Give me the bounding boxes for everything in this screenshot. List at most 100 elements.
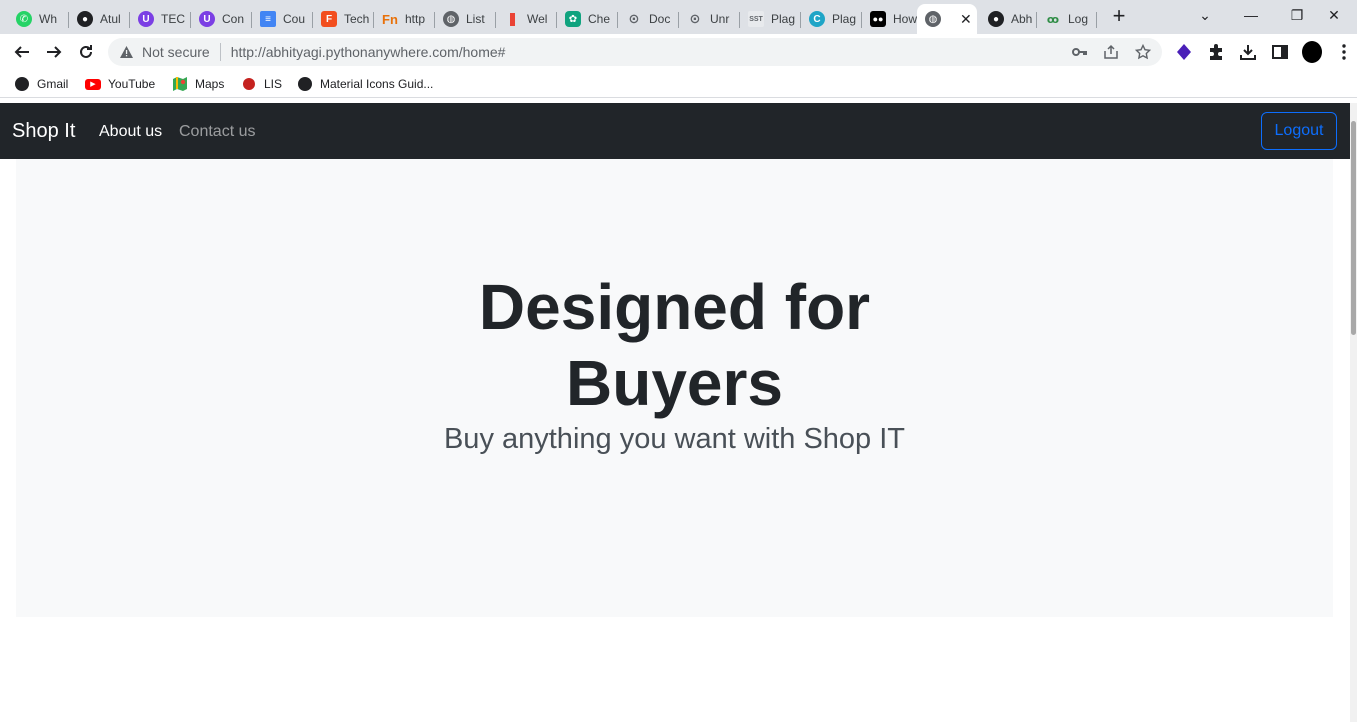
bookmark-maps[interactable]: Maps [172, 75, 224, 93]
reload-button[interactable] [72, 38, 100, 66]
search-icon: ⊙ [628, 11, 640, 26]
tab-label: Che [588, 12, 611, 26]
u-icon: U [138, 11, 154, 27]
tab-label: TEC [161, 12, 185, 26]
tab-plag-c[interactable]: C Plag [801, 4, 862, 34]
medium-icon: ●● [870, 11, 886, 27]
tab-medium[interactable]: ●● How [862, 4, 917, 34]
tab-label: List [466, 12, 485, 26]
address-bar[interactable]: Not secure http://abhityagi.pythonanywhe… [108, 38, 1162, 66]
tab-label: Wh [39, 12, 57, 26]
nav-link-about-us[interactable]: About us [99, 123, 162, 141]
tab-doc[interactable]: ⊙ Doc [618, 4, 679, 34]
tab-label: Log [1068, 12, 1089, 26]
fn-icon: Fn [382, 11, 398, 27]
figma-icon: F [321, 11, 337, 27]
extensions-puzzle-icon[interactable] [1206, 42, 1226, 62]
tab-label: Plag [771, 12, 796, 26]
tab-figma[interactable]: F Tech [313, 4, 374, 34]
forward-arrow-icon [47, 46, 62, 58]
tab-wel[interactable]: Wel [496, 4, 557, 34]
tab-label: Atul [100, 12, 121, 26]
bookmark-lis[interactable]: LIS [241, 75, 282, 93]
tab-tec[interactable]: U TEC [130, 4, 191, 34]
tab-label: Tech [344, 12, 370, 26]
tab-github-abh[interactable]: ● Abh [980, 4, 1037, 34]
sst-icon: SST [748, 11, 764, 27]
tab-label: http [405, 12, 426, 26]
tab-unr[interactable]: ⊙ Unr [679, 4, 740, 34]
bookmark-youtube[interactable]: ▶ YouTube [85, 75, 155, 93]
menu-dots-icon[interactable] [1334, 42, 1354, 62]
tab-label: Abh [1011, 12, 1033, 26]
profile-avatar[interactable] [1302, 41, 1322, 63]
nav-link-contact-us[interactable]: Contact us [179, 123, 255, 141]
lis-icon [241, 76, 257, 92]
site-navbar: Shop It About us Contact us Logout [0, 103, 1350, 159]
globe-icon: ◍ [925, 11, 941, 27]
globe-icon [297, 76, 313, 92]
tab-label: Plag [832, 12, 857, 26]
github-icon: ● [988, 11, 1004, 27]
globe-icon [14, 76, 30, 92]
tab-label: How [893, 12, 917, 26]
globe-icon: ◍ [443, 11, 459, 27]
page-scrollbar[interactable] [1350, 103, 1357, 722]
openai-icon: ✿ [565, 11, 581, 27]
bookmark-label: LIS [264, 77, 283, 91]
tab-whatsapp[interactable]: ✆ Wh [8, 4, 69, 34]
extension-purple-icon[interactable] [1174, 42, 1194, 62]
u-icon: U [199, 11, 215, 27]
bookmark-label: Material Icons Guid... [320, 77, 434, 91]
url-text[interactable]: http://abhityagi.pythonanywhere.com/home… [231, 44, 506, 60]
hero-title-line-1: Designed for [478, 271, 871, 343]
whatsapp-icon: ✆ [16, 11, 32, 27]
google-docs-icon: ≡ [260, 11, 276, 27]
close-tab-icon[interactable]: ✕ [960, 11, 972, 28]
tab-label: Unr [710, 12, 730, 26]
tab-gfg[interactable]: ꝏ Log [1037, 4, 1097, 34]
hero-subtitle: Buy anything you want with Shop IT [443, 423, 906, 455]
bookmark-red-icon [504, 11, 520, 27]
tab-search-icon[interactable]: ⌄ [1182, 0, 1228, 30]
tab-google-docs[interactable]: ≡ Cou [252, 4, 313, 34]
side-panel-icon[interactable] [1270, 42, 1290, 62]
back-button[interactable] [8, 38, 36, 66]
hero-title-line-2: Buyers [566, 347, 783, 419]
maps-icon [172, 76, 188, 92]
scrollbar-thumb[interactable] [1351, 121, 1356, 335]
reload-icon [80, 45, 92, 58]
bookmark-material-icons[interactable]: Material Icons Guid... [297, 75, 433, 93]
download-icon[interactable] [1238, 42, 1258, 62]
tab-plag-sst[interactable]: SST Plag [740, 4, 801, 34]
forward-button[interactable] [40, 38, 68, 66]
bookmark-star-icon[interactable] [1135, 44, 1151, 60]
warning-icon[interactable] [118, 44, 134, 60]
page-viewport: Shop It About us Contact us Logout Desig… [0, 103, 1350, 722]
c-icon: C [809, 11, 825, 27]
share-icon[interactable] [1103, 44, 1119, 60]
back-arrow-icon [14, 46, 29, 58]
logout-button[interactable]: Logout [1261, 112, 1337, 150]
browser-toolbar: Not secure http://abhityagi.pythonanywhe… [0, 34, 1357, 70]
tab-label: Con [222, 12, 245, 26]
tab-github-atul[interactable]: ● Atul [69, 4, 130, 34]
gfg-icon: ꝏ [1046, 13, 1060, 26]
minimize-button[interactable]: — [1228, 0, 1274, 30]
tab-label: Cou [283, 12, 306, 26]
tab-list[interactable]: ◍ List [435, 4, 496, 34]
key-icon[interactable] [1072, 44, 1088, 60]
hero-section: Designed for Buyers Buy anything you wan… [16, 159, 1333, 617]
tab-fn[interactable]: Fn http [374, 4, 435, 34]
search-icon: ⊙ [689, 11, 701, 26]
tab-con[interactable]: U Con [191, 4, 252, 34]
new-tab-button[interactable]: + [1108, 5, 1130, 28]
brand-link[interactable]: Shop It [12, 120, 75, 143]
bookmarks-bar: Gmail ▶ YouTube Maps LIS Material Icons … [0, 70, 1357, 98]
tab-strip: ✆ Wh ● Atul U TEC U Con ≡ Cou F Tech Fn … [0, 0, 1357, 34]
close-window-button[interactable]: ✕ [1311, 0, 1357, 30]
tab-chatgpt[interactable]: ✿ Che [557, 4, 618, 34]
tab-active[interactable]: ◍ ✕ [917, 4, 977, 34]
security-label[interactable]: Not secure [142, 44, 210, 60]
bookmark-gmail[interactable]: Gmail [14, 75, 68, 93]
